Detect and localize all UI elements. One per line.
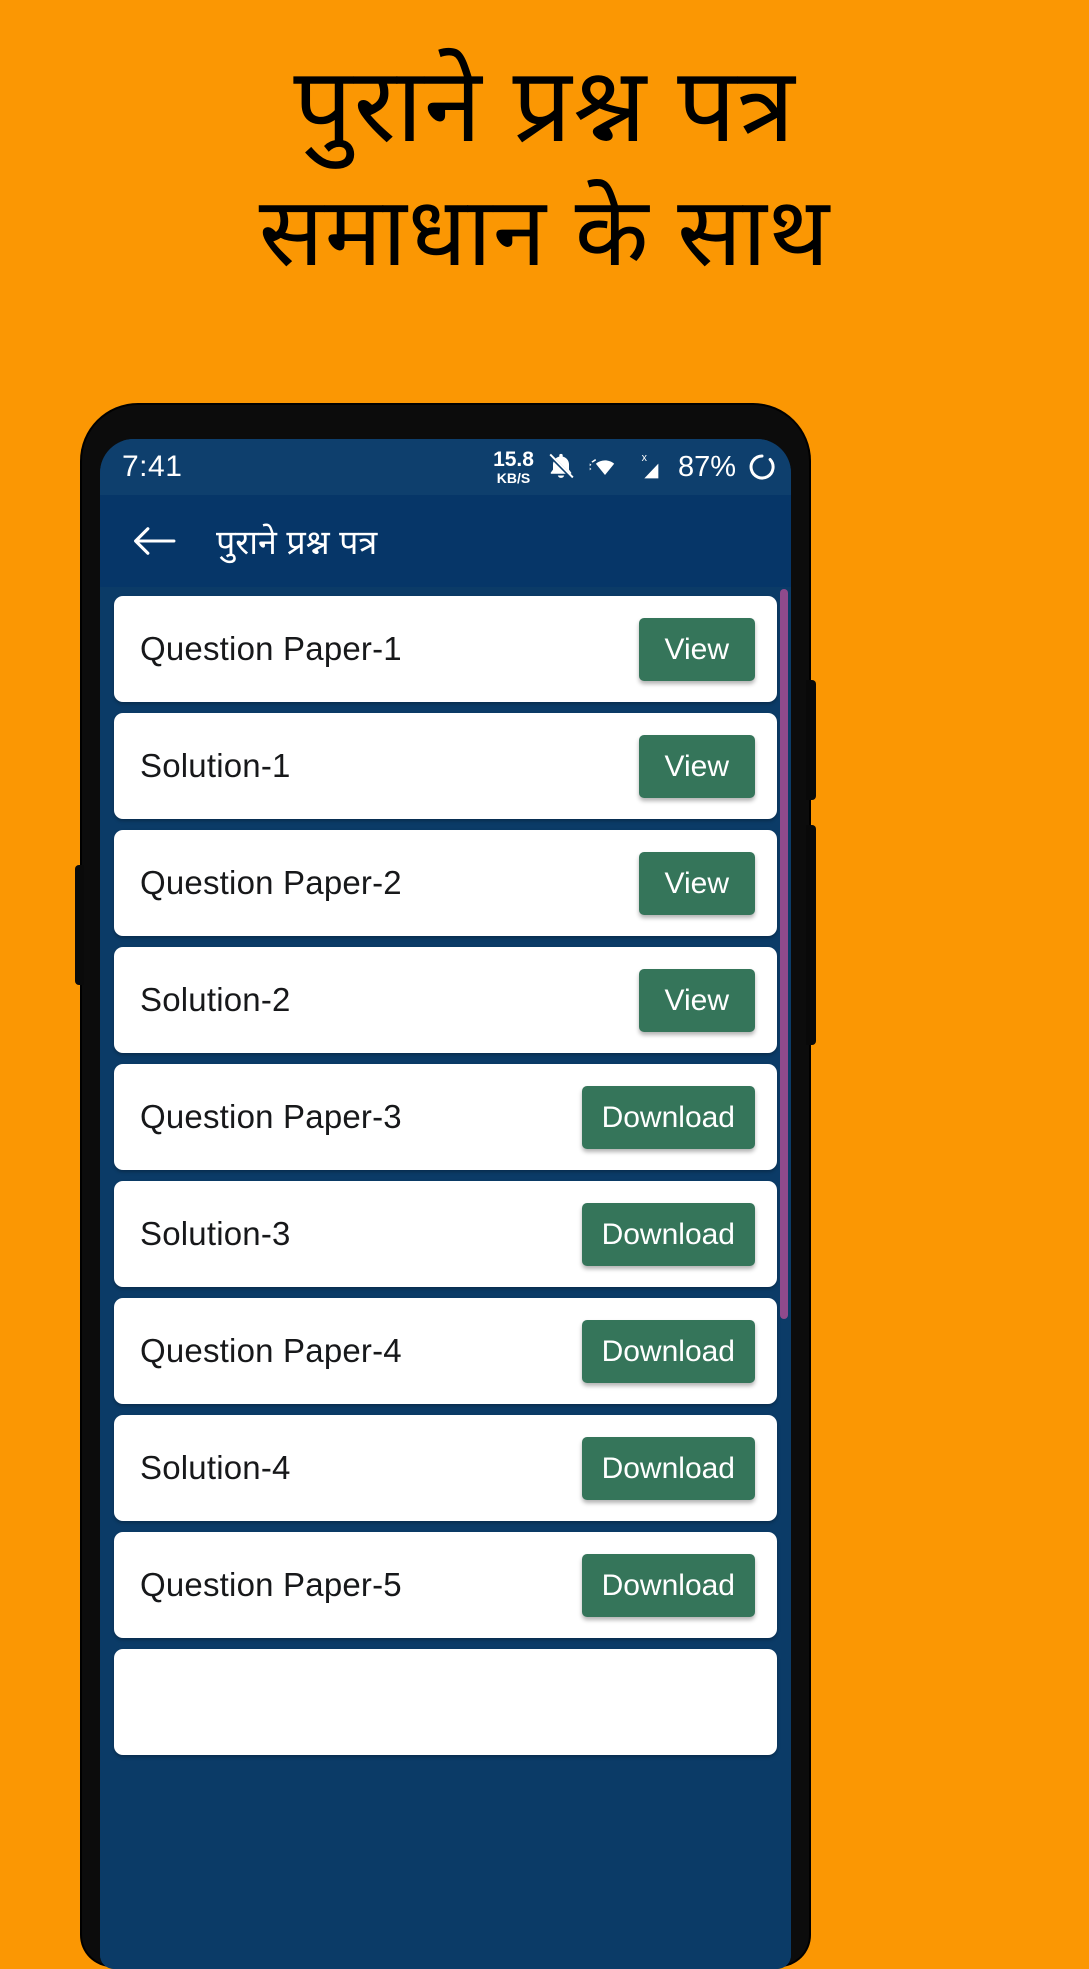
battery-percent-label: 87%	[677, 450, 736, 483]
phone-mockup: 7:41 15.8 KB/S x 87% पुराने प्रश्न पत्र …	[75, 405, 816, 1969]
promo-headline-line-1: पुराने प्रश्न पत्र	[293, 48, 796, 164]
view-button[interactable]: View	[638, 851, 755, 915]
signal-no-sim-icon: x	[633, 451, 665, 483]
page-title: पुराने प्रश्न पत्र	[216, 524, 378, 562]
list-item[interactable]: Question Paper-3 Download	[114, 1064, 777, 1170]
list-item[interactable]: Question Paper-4 Download	[114, 1298, 777, 1404]
wifi-icon	[588, 451, 622, 483]
app-bar: पुराने प्रश्न पत्र	[100, 495, 791, 587]
list-item[interactable]: Question Paper-1 View	[114, 596, 777, 702]
list-item-label: Solution-3	[140, 1215, 291, 1252]
list-item-label: Solution-1	[140, 747, 291, 784]
list-item-label: Question Paper-5	[140, 1566, 402, 1603]
phone-screen: 7:41 15.8 KB/S x 87% पुराने प्रश्न पत्र …	[100, 439, 791, 1969]
download-button[interactable]: Download	[581, 1085, 755, 1149]
network-speed-unit: KB/S	[496, 470, 531, 486]
list-item-partial[interactable]	[114, 1649, 777, 1755]
network-speed-value: 15.8	[493, 448, 534, 471]
list-item-label: Question Paper-2	[140, 864, 402, 901]
list-item-label: Question Paper-4	[140, 1332, 402, 1369]
list-item-label: Question Paper-3	[140, 1098, 402, 1135]
paper-list[interactable]: Question Paper-1 View Solution-1 View Qu…	[100, 587, 791, 1969]
view-button[interactable]: View	[638, 734, 755, 798]
list-item[interactable]: Solution-2 View	[114, 947, 777, 1053]
download-button[interactable]: Download	[581, 1319, 755, 1383]
phone-left-volume-button[interactable]	[75, 865, 84, 985]
list-item[interactable]: Question Paper-2 View	[114, 830, 777, 936]
list-item-label: Question Paper-1	[140, 630, 402, 667]
list-item-label: Solution-4	[140, 1449, 291, 1486]
battery-circle-icon	[747, 452, 777, 482]
status-bar-icons: 15.8 KB/S x 87%	[493, 449, 777, 485]
view-button[interactable]: View	[638, 968, 755, 1032]
svg-text:x: x	[642, 452, 648, 464]
phone-right-volume-button[interactable]	[806, 825, 816, 1045]
phone-right-power-button[interactable]	[806, 680, 816, 800]
status-bar-clock: 7:41	[122, 450, 183, 483]
back-arrow-icon[interactable]	[128, 515, 180, 567]
list-item[interactable]: Solution-3 Download	[114, 1181, 777, 1287]
download-button[interactable]: Download	[581, 1553, 755, 1617]
download-button[interactable]: Download	[581, 1202, 755, 1266]
promo-headline: पुराने प्रश्न पत्र समाधान के साथ	[0, 0, 1089, 284]
list-item[interactable]: Solution-4 Download	[114, 1415, 777, 1521]
status-bar: 7:41 15.8 KB/S x 87%	[100, 439, 791, 495]
network-speed-indicator: 15.8 KB/S	[493, 449, 534, 485]
bell-muted-icon	[545, 451, 577, 483]
list-item[interactable]: Solution-1 View	[114, 713, 777, 819]
promo-headline-line-2: समाधान के साथ	[258, 179, 831, 287]
list-scrollbar-thumb[interactable]	[780, 589, 788, 1319]
view-button[interactable]: View	[638, 617, 755, 681]
list-item-label: Solution-2	[140, 981, 291, 1018]
download-button[interactable]: Download	[581, 1436, 755, 1500]
list-item[interactable]: Question Paper-5 Download	[114, 1532, 777, 1638]
